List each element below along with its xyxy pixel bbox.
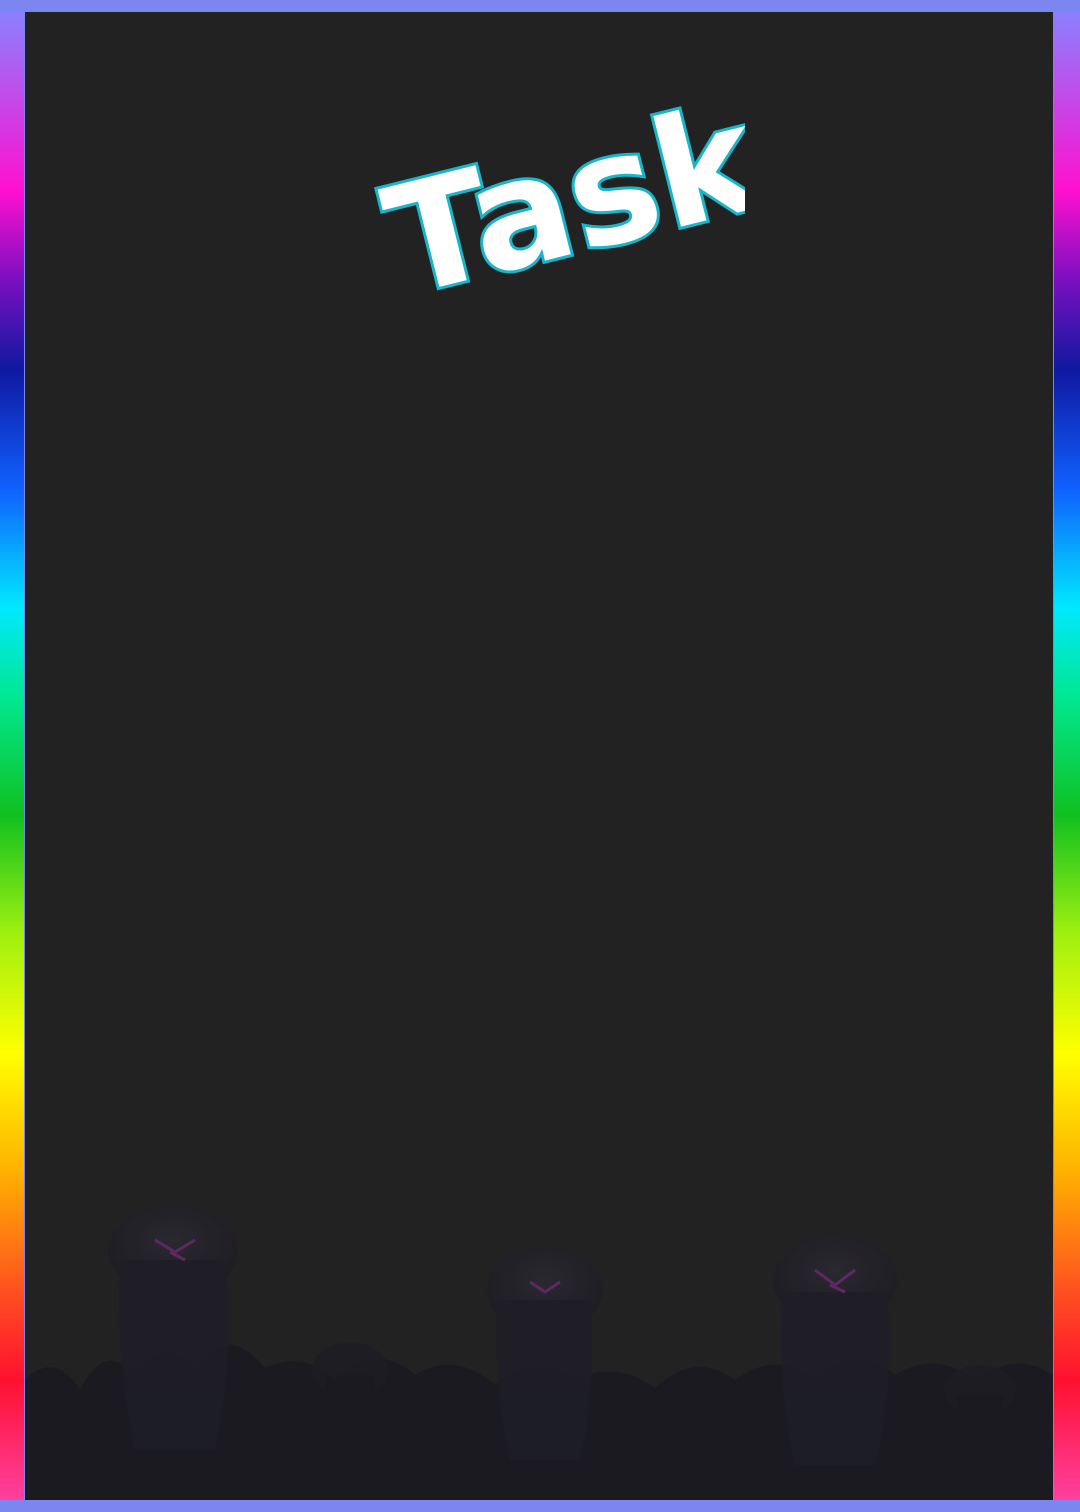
task-title-text: Task (370, 82, 745, 292)
task-title: Task (365, 82, 745, 292)
rainbow-border-left (0, 12, 24, 1500)
game-frame: Task (0, 0, 1080, 1512)
shadow-figure-3 (773, 1235, 897, 1465)
dark-scenery-illustration (25, 1205, 1053, 1500)
task-board: Task (25, 12, 1053, 1500)
rainbow-border-right (1054, 12, 1080, 1500)
shadow-figure-2 (487, 1248, 603, 1460)
task-title-graphic: Task (367, 82, 745, 292)
